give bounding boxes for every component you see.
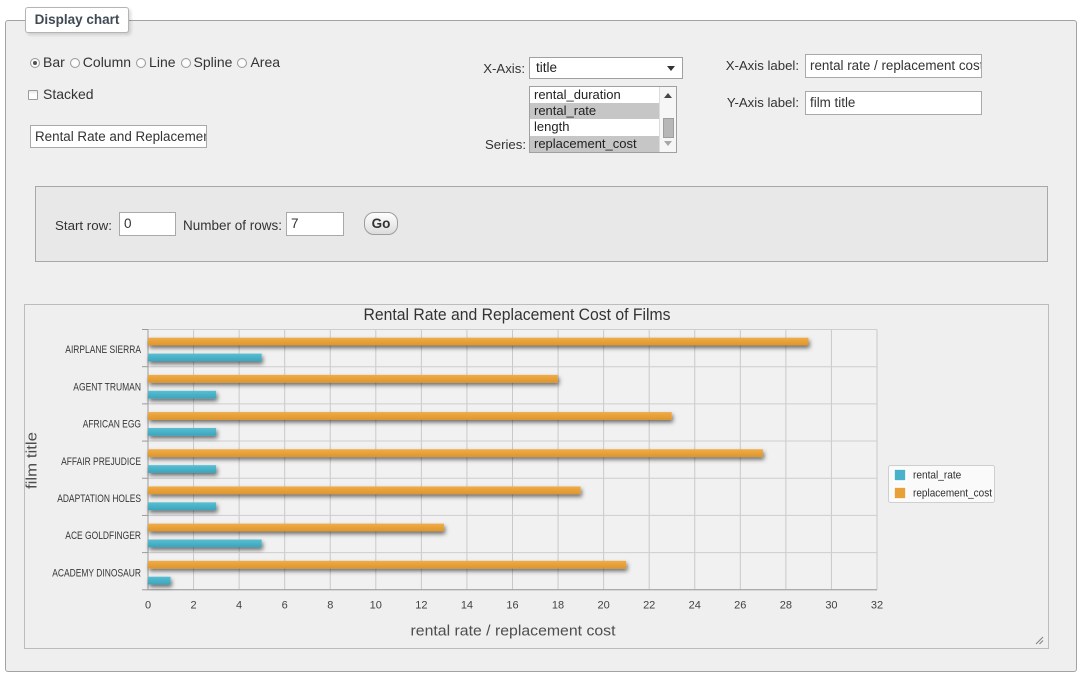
svg-text:0: 0 — [145, 600, 151, 612]
svg-text:32: 32 — [871, 600, 883, 612]
svg-text:ACADEMY DINOSAUR: ACADEMY DINOSAUR — [52, 567, 141, 579]
svg-text:rental_rate: rental_rate — [913, 470, 961, 482]
svg-text:AIRPLANE SIERRA: AIRPLANE SIERRA — [65, 344, 141, 356]
svg-text:16: 16 — [506, 600, 518, 612]
svg-text:2: 2 — [190, 600, 196, 612]
svg-text:ACE GOLDFINGER: ACE GOLDFINGER — [65, 530, 141, 542]
svg-text:replacement_cost: replacement_cost — [913, 488, 992, 500]
svg-text:20: 20 — [597, 600, 609, 612]
svg-text:30: 30 — [825, 600, 837, 612]
svg-text:AFFAIR PREJUDICE: AFFAIR PREJUDICE — [61, 456, 141, 468]
svg-text:AFRICAN EGG: AFRICAN EGG — [83, 419, 141, 431]
svg-text:12: 12 — [415, 600, 427, 612]
svg-text:film title: film title — [25, 432, 41, 489]
svg-text:22: 22 — [643, 600, 655, 612]
svg-text:6: 6 — [282, 600, 288, 612]
svg-text:AGENT TRUMAN: AGENT TRUMAN — [73, 381, 141, 393]
svg-text:8: 8 — [327, 600, 333, 612]
svg-text:ADAPTATION HOLES: ADAPTATION HOLES — [57, 493, 141, 505]
svg-text:10: 10 — [370, 600, 382, 612]
svg-text:Rental Rate and Replacement Co: Rental Rate and Replacement Cost of Film… — [364, 306, 671, 324]
svg-text:4: 4 — [236, 600, 242, 612]
svg-text:28: 28 — [780, 600, 792, 612]
svg-text:14: 14 — [461, 600, 473, 612]
svg-text:18: 18 — [552, 600, 564, 612]
svg-text:26: 26 — [734, 600, 746, 612]
svg-text:24: 24 — [689, 600, 701, 612]
svg-text:rental rate / replacement cost: rental rate / replacement cost — [411, 624, 616, 640]
